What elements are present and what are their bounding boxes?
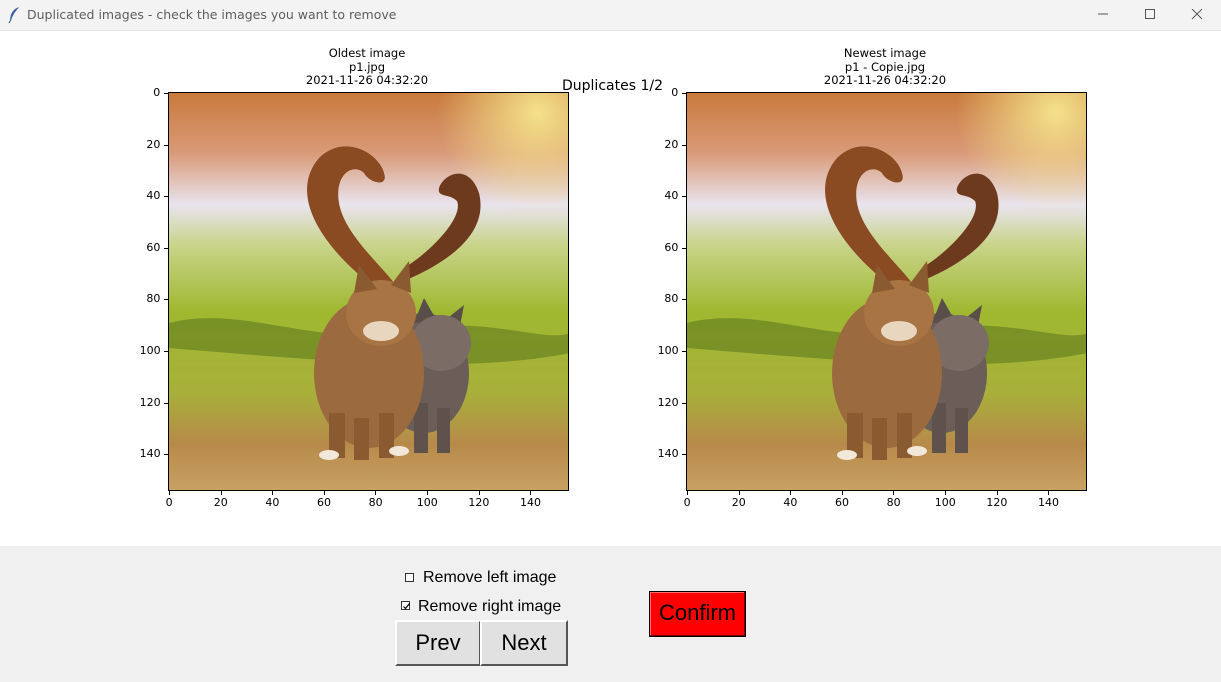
minimize-button[interactable]: [1080, 0, 1126, 30]
right-title-line1: Newest image: [843, 46, 927, 60]
right-x-tick-mark: [996, 491, 998, 495]
right-x-tick-mark: [687, 491, 688, 495]
right-y-tick-mark: [682, 247, 686, 249]
left-image-axes: [168, 92, 569, 491]
remove-left-checkbox[interactable]: [405, 573, 414, 582]
right-x-tick-label: 140: [1038, 496, 1059, 509]
right-x-tick-label: 20: [731, 496, 746, 509]
right-y-tick-label: 0: [671, 86, 679, 99]
right-x-tick-mark: [893, 491, 895, 495]
left-x-tick-label: 0: [165, 496, 173, 509]
right-x-tick-mark: [738, 491, 740, 495]
remove-left-label: Remove left image: [423, 569, 557, 586]
left-axes-title: Oldest image p1.jpg 2021-11-26 04:32:20: [267, 46, 467, 88]
cats-photo-left: [169, 93, 568, 490]
right-y-tick-mark: [682, 196, 686, 198]
control-panel: [0, 546, 1221, 682]
right-x-tick-label: 60: [835, 496, 849, 509]
left-x-tick-mark: [427, 491, 428, 495]
right-y-tick-mark: [682, 93, 686, 94]
right-y-tick-mark: [682, 454, 686, 456]
left-y-tick-mark: [164, 299, 168, 301]
maximize-icon: [1145, 9, 1155, 19]
window-title: Duplicated images - check the images you…: [27, 7, 397, 22]
right-x-tick-mark: [841, 491, 843, 495]
prev-button[interactable]: Prev: [395, 620, 481, 666]
right-y-tick-mark: [682, 402, 686, 404]
right-title-filename: p1 - Copie.jpg: [844, 59, 926, 74]
right-title-date: 2021-11-26 04:32:20: [823, 73, 947, 87]
left-title-line1: Oldest image: [328, 46, 406, 60]
left-x-tick-label: 100: [416, 496, 438, 509]
close-button[interactable]: [1174, 0, 1220, 30]
left-x-tick-label: 20: [213, 496, 228, 509]
right-x-tick-label: 80: [886, 496, 901, 509]
left-x-tick-mark: [530, 491, 532, 495]
left-y-tick-mark: [164, 196, 168, 198]
right-y-tick-mark: [682, 299, 686, 301]
left-title-date: 2021-11-26 04:32:20: [305, 73, 429, 87]
left-x-tick-label: 120: [468, 496, 490, 509]
right-y-tick-mark: [682, 351, 686, 352]
title-bar: Duplicated images - check the images you…: [0, 0, 1221, 31]
left-y-tick-label: 20: [146, 137, 161, 151]
remove-right-label: Remove right image: [418, 598, 562, 615]
right-y-tick-label: 40: [664, 189, 679, 203]
cats-photo-right: [687, 93, 1086, 490]
right-x-tick-label: 0: [683, 496, 691, 509]
left-y-tick-label: 40: [146, 189, 161, 203]
right-y-tick-label: 120: [657, 395, 679, 409]
left-x-tick-label: 140: [520, 496, 541, 509]
left-x-tick-label: 40: [265, 496, 280, 509]
left-y-tick-mark: [164, 351, 168, 352]
right-x-tick-label: 120: [986, 496, 1008, 509]
left-y-tick-mark: [164, 454, 168, 456]
left-y-tick-label: 60: [146, 240, 161, 254]
left-x-tick-mark: [169, 491, 170, 495]
right-y-tick-mark: [682, 144, 686, 146]
left-y-tick-label: 120: [139, 395, 161, 409]
right-axes-title: Newest image p1 - Copie.jpg 2021-11-26 0…: [785, 46, 985, 88]
right-x-tick-label: 40: [783, 496, 798, 509]
left-y-tick-label: 0: [153, 86, 161, 99]
right-y-tick-label: 80: [664, 292, 679, 306]
maximize-button[interactable]: [1127, 0, 1173, 30]
right-x-tick-label: 100: [934, 496, 956, 509]
left-y-tick-mark: [164, 247, 168, 249]
left-y-tick-mark: [164, 93, 168, 94]
left-x-tick-mark: [375, 491, 377, 495]
remove-right-checkbox[interactable]: [401, 601, 410, 610]
left-x-tick-label: 80: [368, 496, 383, 509]
next-button[interactable]: Next: [480, 620, 568, 666]
left-title-filename: p1.jpg: [348, 59, 386, 74]
right-x-tick-mark: [790, 491, 792, 495]
minimize-icon: [1098, 13, 1108, 15]
left-y-tick-label: 80: [146, 292, 161, 306]
right-x-tick-mark: [945, 491, 946, 495]
close-icon: [1191, 9, 1203, 20]
feather-icon: [8, 7, 19, 24]
right-y-tick-label: 100: [657, 344, 679, 357]
checkmark-icon: [403, 603, 410, 610]
left-x-tick-mark: [323, 491, 325, 495]
right-image-axes: [686, 92, 1087, 491]
left-x-tick-mark: [478, 491, 480, 495]
confirm-button[interactable]: Confirm: [649, 591, 746, 637]
right-y-tick-label: 140: [657, 447, 679, 461]
left-x-tick-mark: [272, 491, 274, 495]
right-x-tick-mark: [1048, 491, 1050, 495]
left-x-tick-label: 60: [317, 496, 331, 509]
left-y-tick-label: 140: [139, 447, 161, 461]
figure-suptitle: Duplicates 1/2: [562, 78, 663, 94]
right-y-tick-label: 60: [664, 240, 679, 254]
left-y-tick-mark: [164, 144, 168, 146]
left-y-tick-mark: [164, 402, 168, 404]
right-y-tick-label: 20: [664, 137, 679, 151]
left-x-tick-mark: [220, 491, 222, 495]
left-y-tick-label: 100: [139, 344, 161, 357]
